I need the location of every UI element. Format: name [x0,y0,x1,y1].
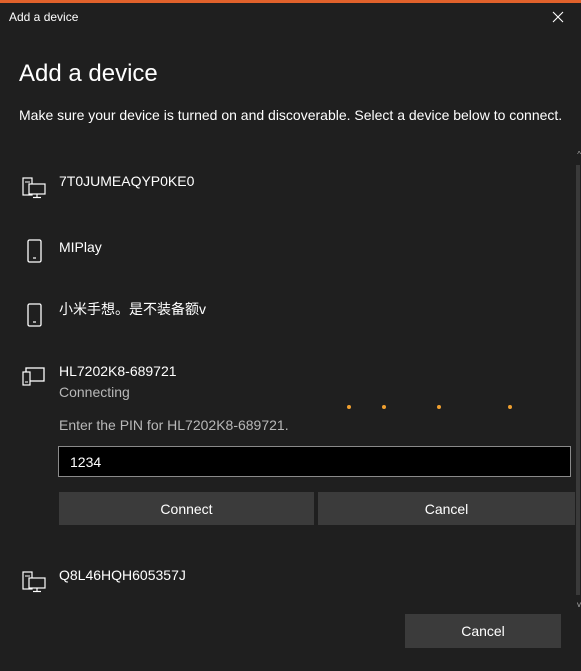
progress-dot [382,405,386,409]
desktop-computer-icon [22,571,46,593]
progress-dot [347,405,351,409]
pin-prompt: Enter the PIN for HL7202K8-689721. [59,417,289,433]
desktop-computer-icon [22,177,46,199]
display-icon [22,367,45,386]
device-name: 小米手想。是不装备额v [59,301,206,317]
device-name: 7T0JUMEAQYP0KE0 [59,173,195,189]
progress-dots [340,405,540,413]
device-name: HL7202K8-689721 [59,363,177,379]
device-name: MIPlay [59,239,102,255]
device-item[interactable]: 小米手想。是不装备额v [0,292,575,332]
device-name: Q8L46HQH605357J [59,567,186,583]
page-title: Add a device [19,60,158,87]
connect-button[interactable]: Connect [59,492,314,525]
phone-icon [27,303,42,327]
progress-dot [437,405,441,409]
device-item[interactable]: 7T0JUMEAQYP0KE0 [0,168,575,208]
cancel-pin-button[interactable]: Cancel [318,492,575,525]
window-title: Add a device [9,10,79,24]
progress-dot [508,405,512,409]
device-item[interactable]: MIPlay [0,232,575,272]
device-status: Connecting [59,384,130,400]
cancel-button[interactable]: Cancel [405,614,561,648]
phone-icon [27,239,42,263]
scroll-down-arrow[interactable]: v [577,600,581,609]
pin-input[interactable] [58,446,571,477]
title-bar: Add a device [0,3,581,31]
scroll-up-arrow[interactable]: ^ [577,150,581,159]
instructions-text: Make sure your device is turned on and d… [19,107,563,123]
device-item[interactable]: Q8L46HQH605357J [0,562,575,602]
close-button[interactable] [535,3,581,31]
scrollbar-thumb[interactable] [576,165,580,595]
close-icon [552,11,564,23]
